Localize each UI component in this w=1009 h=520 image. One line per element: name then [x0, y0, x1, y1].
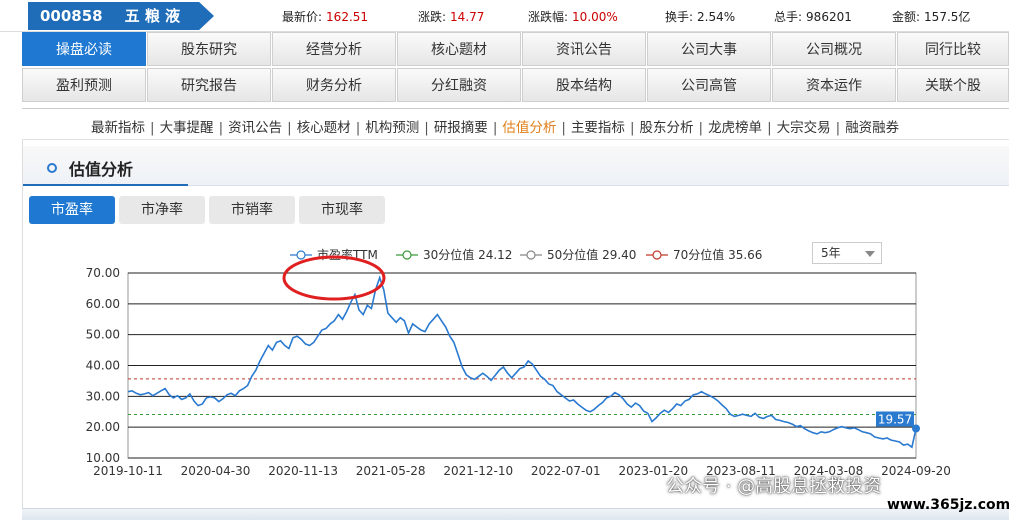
- last-value-label: 19.57: [878, 412, 912, 426]
- y-tick-label: 20.00: [86, 420, 120, 434]
- legend-marker: [402, 250, 412, 260]
- legend-label: 市盈率TTM: [317, 247, 378, 262]
- y-tick-label: 50.00: [86, 328, 120, 342]
- legend-marker: [296, 250, 306, 260]
- y-tick-label: 30.00: [86, 389, 120, 403]
- x-tick-label: 2021-12-10: [443, 464, 513, 478]
- app-window: 000858 五 粮 液 最新价: 162.51 涨跌: 14.77 涨跌幅: 10.00%…: [0, 0, 1009, 520]
- pe-chart: 70.00 60.00 50.00 40.00 30.00 20.00 10.002019-…: [86, 247, 951, 478]
- x-tick-label: 2019-10-11: [93, 464, 163, 478]
- legend-label: 30分位值 24.12: [423, 247, 512, 262]
- x-tick-label: 2020-11-13: [268, 464, 338, 478]
- x-tick-label: 2020-04-30: [181, 464, 251, 478]
- legend-marker: [526, 250, 536, 260]
- series-line: [127, 275, 917, 449]
- y-tick-label: 10.00: [86, 451, 120, 465]
- x-tick-label: 2024-09-20: [881, 464, 951, 478]
- highlight-ellipse: [282, 255, 386, 301]
- x-tick-label: 2022-07-01: [531, 464, 601, 478]
- watermark: 公众号 · @高股息拯救投资: [666, 476, 882, 497]
- y-tick-label: 70.00: [86, 266, 120, 280]
- y-tick-label: 40.00: [86, 359, 120, 373]
- next-panel-header: [22, 508, 1009, 520]
- y-tick-label: 60.00: [86, 297, 120, 311]
- legend-marker: [652, 250, 662, 260]
- x-tick-label: 2021-05-28: [356, 464, 426, 478]
- watermark-site: www.365jz.com: [887, 497, 1009, 513]
- legend-label: 50分位值 29.40: [547, 247, 636, 262]
- legend-label: 70分位值 35.66: [673, 247, 762, 262]
